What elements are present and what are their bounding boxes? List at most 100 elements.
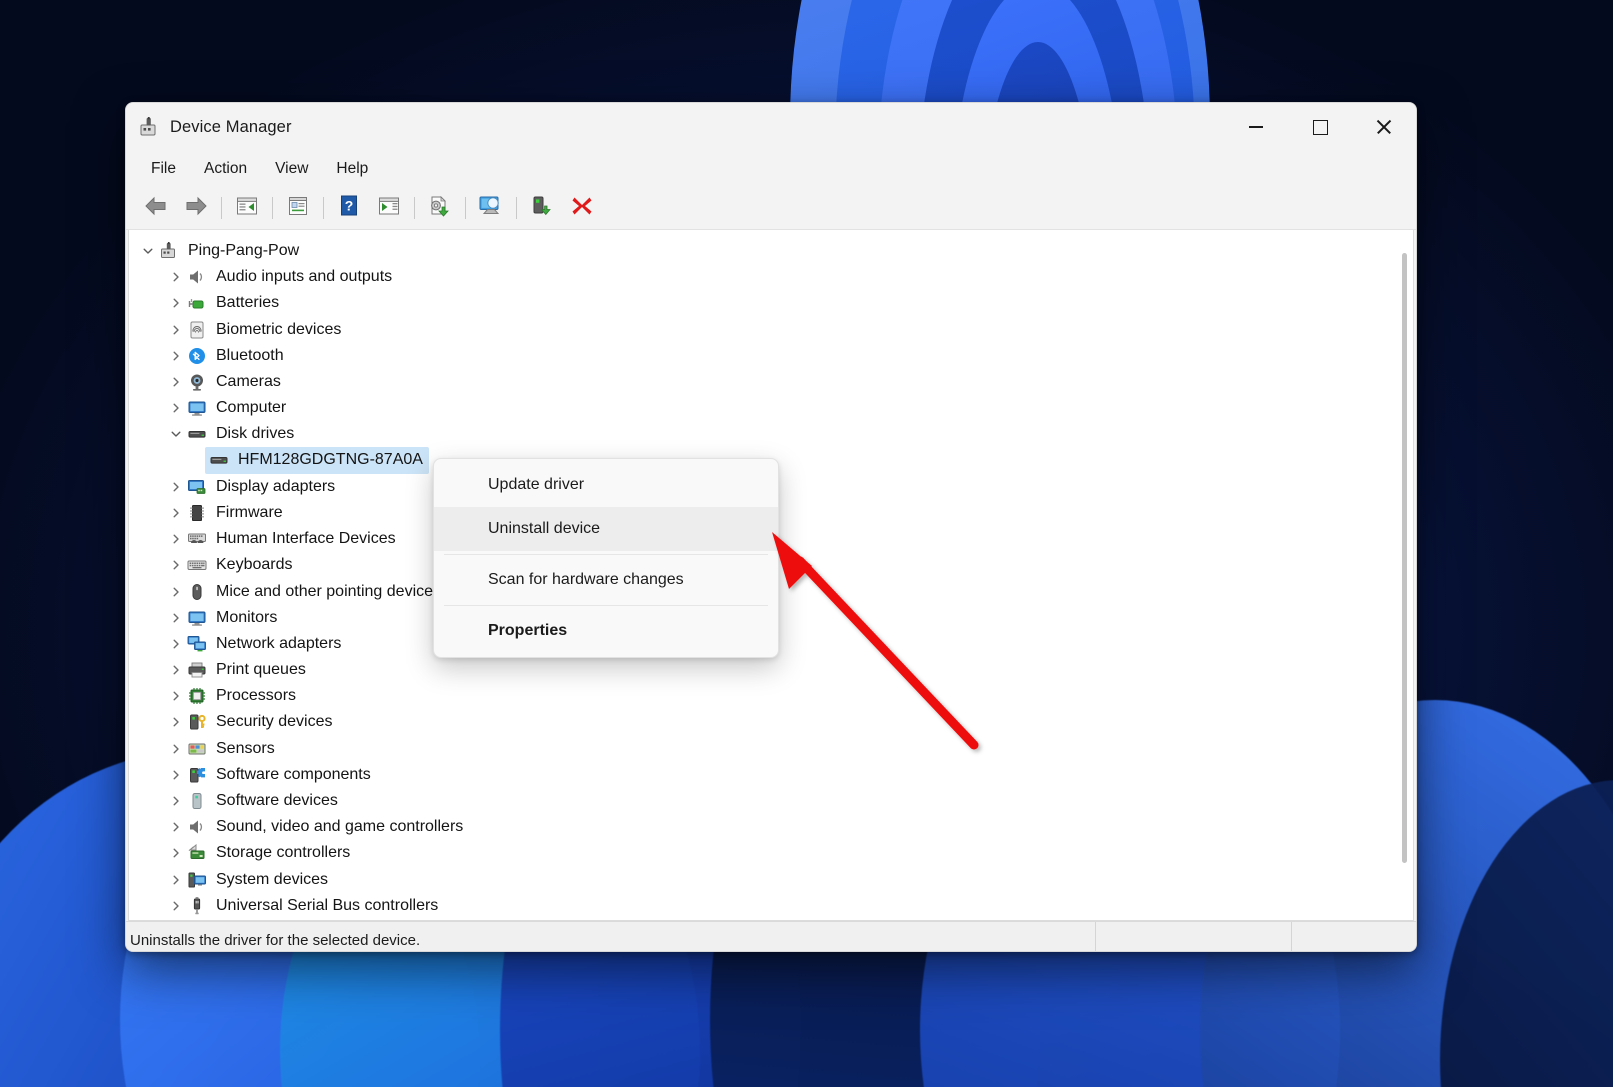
window-titlebar[interactable]: Device Manager (126, 103, 1416, 151)
chevron-right-icon[interactable] (165, 769, 187, 781)
chevron-right-icon[interactable] (165, 638, 187, 650)
tree-row-root[interactable]: Ping-Pang-Pow (129, 238, 1413, 264)
tree-item-label: Storage controllers (216, 845, 350, 861)
speaker-icon (187, 817, 209, 837)
tree-row-system-devices[interactable]: System devices (129, 867, 1413, 893)
tree-row-sound-video-and-game-controllers[interactable]: Sound, video and game controllers (129, 814, 1413, 840)
system-device-icon (187, 870, 209, 890)
chevron-right-icon[interactable] (165, 690, 187, 702)
context-menu-item-properties[interactable]: Properties (434, 609, 778, 653)
scrollbar-thumb[interactable] (1402, 253, 1407, 863)
chevron-right-icon[interactable] (165, 507, 187, 519)
chevron-right-icon[interactable] (165, 533, 187, 545)
forward-button[interactable] (176, 191, 216, 225)
properties-button[interactable] (278, 191, 318, 225)
maximize-button[interactable] (1288, 103, 1352, 151)
tree-row-audio-inputs-and-outputs[interactable]: Audio inputs and outputs (129, 264, 1413, 290)
chevron-right-icon[interactable] (165, 795, 187, 807)
mouse-icon (187, 582, 209, 602)
context-menu-item-uninstall-device[interactable]: Uninstall device (434, 507, 778, 551)
chevron-right-icon[interactable] (165, 716, 187, 728)
chevron-right-icon[interactable] (165, 402, 187, 414)
tree-row-biometric-devices[interactable]: Biometric devices (129, 317, 1413, 343)
firmware-chip-icon (187, 503, 209, 523)
chevron-right-icon[interactable] (165, 847, 187, 859)
window-controls (1224, 103, 1416, 151)
tree-item-label: System devices (216, 872, 328, 888)
chevron-down-icon[interactable] (137, 245, 159, 257)
tree-row-processors[interactable]: Processors (129, 683, 1413, 709)
tree-row-disk-drives[interactable]: Disk drives (129, 421, 1413, 447)
chevron-right-icon[interactable] (165, 271, 187, 283)
software-component-icon (187, 765, 209, 785)
printer-icon (187, 660, 209, 680)
tree-item-label: Security devices (216, 714, 333, 730)
sensors-icon (187, 739, 209, 759)
properties-icon (287, 196, 309, 221)
update-driver-button[interactable] (420, 191, 460, 225)
chevron-right-icon[interactable] (165, 559, 187, 571)
forward-icon (184, 196, 208, 221)
device-manager-icon (138, 116, 160, 138)
show-hide-console-tree-button[interactable] (227, 191, 267, 225)
tree-item-label: Cameras (216, 374, 281, 390)
tree-item-label: Sound, video and game controllers (216, 819, 463, 835)
context-menu-item-update-driver[interactable]: Update driver (434, 463, 778, 507)
chevron-right-icon[interactable] (165, 743, 187, 755)
menu-view[interactable]: View (262, 156, 321, 182)
uninstall-device-button[interactable] (562, 191, 602, 225)
chevron-right-icon[interactable] (165, 586, 187, 598)
security-key-icon (187, 712, 209, 732)
tree-row-sensors[interactable]: Sensors (129, 736, 1413, 762)
help-button[interactable]: ? (329, 191, 369, 225)
context-menu-item-scan-for-hardware-changes[interactable]: Scan for hardware changes (434, 558, 778, 602)
tree-row-batteries[interactable]: Batteries (129, 290, 1413, 316)
menu-action[interactable]: Action (191, 156, 260, 182)
tree-item-label: Network adapters (216, 636, 341, 652)
back-button[interactable] (136, 191, 176, 225)
network-adapter-icon (187, 634, 209, 654)
close-button[interactable] (1352, 103, 1416, 151)
tree-item-label: Monitors (216, 610, 277, 626)
tree-row-software-devices[interactable]: Software devices (129, 788, 1413, 814)
chevron-right-icon[interactable] (165, 324, 187, 336)
tree-row-print-queues[interactable]: Print queues (129, 657, 1413, 683)
keyboard-icon (187, 555, 209, 575)
tree-row-universal-serial-bus-controllers[interactable]: Universal Serial Bus controllers (129, 893, 1413, 919)
enable-device-button[interactable] (522, 191, 562, 225)
tree-row-security-devices[interactable]: Security devices (129, 709, 1413, 735)
chevron-right-icon[interactable] (165, 350, 187, 362)
chevron-right-icon[interactable] (165, 376, 187, 388)
chevron-right-icon[interactable] (165, 612, 187, 624)
show-hide-action-pane-button[interactable] (369, 191, 409, 225)
tree-vertical-scrollbar[interactable] (1396, 231, 1412, 919)
menu-help[interactable]: Help (323, 156, 381, 182)
chevron-right-icon[interactable] (165, 297, 187, 309)
computer-root-icon (159, 241, 181, 261)
minimize-button[interactable] (1224, 103, 1288, 151)
titlebar-left: Device Manager (126, 116, 292, 138)
tree-row-software-components[interactable]: Software components (129, 762, 1413, 788)
chevron-right-icon[interactable] (165, 874, 187, 886)
tree-item-label: Sensors (216, 741, 275, 757)
tree-row-computer[interactable]: Computer (129, 395, 1413, 421)
tree-row-storage-controllers[interactable]: Storage controllers (129, 840, 1413, 866)
tree-item-label: Software devices (216, 793, 338, 809)
toolbar-separator (323, 197, 324, 219)
tree-row-cameras[interactable]: Cameras (129, 369, 1413, 395)
display-adapter-icon (187, 477, 209, 497)
chevron-right-icon[interactable] (165, 481, 187, 493)
chevron-right-icon[interactable] (165, 821, 187, 833)
show-hide-console-tree-icon (236, 196, 258, 221)
chevron-down-icon[interactable] (165, 428, 187, 440)
toolbar-separator (414, 197, 415, 219)
help-icon: ? (339, 195, 359, 221)
chevron-right-icon[interactable] (165, 900, 187, 912)
window-title: Device Manager (170, 118, 292, 137)
menubar: File Action View Help (126, 151, 1416, 187)
scan-for-hardware-changes-button[interactable] (471, 191, 511, 225)
chevron-right-icon[interactable] (165, 664, 187, 676)
tree-item-label: Human Interface Devices (216, 531, 396, 547)
tree-row-bluetooth[interactable]: Bluetooth (129, 343, 1413, 369)
menu-file[interactable]: File (138, 156, 189, 182)
